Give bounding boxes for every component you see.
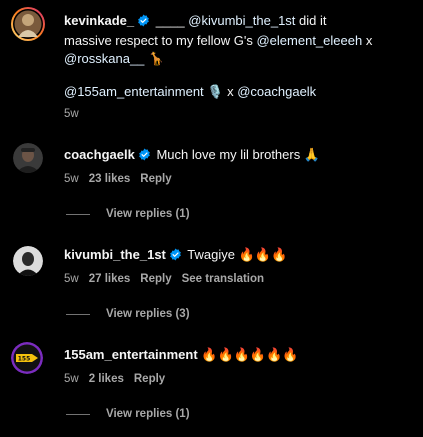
comment-2-see-translation[interactable]: See translation bbox=[182, 273, 264, 285]
comment-3-text: 155am_entertainment 🔥🔥🔥🔥🔥🔥 bbox=[64, 346, 414, 364]
caption-timestamp: 5w bbox=[64, 108, 79, 120]
verified-badge-icon bbox=[137, 14, 150, 32]
replies-divider bbox=[66, 313, 90, 315]
comment-2-likes[interactable]: 27 likes bbox=[89, 273, 131, 285]
avatar-kevinkade[interactable] bbox=[10, 6, 46, 42]
comment-1-username[interactable]: coachgaelk bbox=[64, 147, 135, 162]
comment-3-body: 🔥🔥🔥🔥🔥🔥 bbox=[201, 347, 299, 362]
caption-line2-text: massive respect to my fellow G's bbox=[64, 33, 257, 48]
comment-3-meta: 5w 2 likes Reply bbox=[64, 373, 165, 385]
caption-line2-rest: x bbox=[362, 33, 373, 48]
comment-3-reply-button[interactable]: Reply bbox=[134, 373, 165, 385]
caption-username[interactable]: kevinkade_ bbox=[64, 13, 134, 28]
comment-2-reply-button[interactable]: Reply bbox=[140, 273, 171, 285]
avatar-coachgaelk[interactable] bbox=[13, 143, 43, 173]
mention-155am[interactable]: @155am_entertainment bbox=[64, 84, 204, 99]
giraffe-emoji: 🦒 bbox=[148, 51, 165, 66]
mention-element[interactable]: @element_eleeeh bbox=[256, 33, 362, 48]
caption-line4-x: x bbox=[223, 84, 238, 99]
comment-1-likes[interactable]: 23 likes bbox=[89, 173, 131, 185]
mention-coachgaelk[interactable]: @coachgaelk bbox=[237, 84, 316, 99]
comment-3-username[interactable]: 155am_entertainment bbox=[64, 347, 198, 362]
comment-1-view-replies-label[interactable]: View replies (1) bbox=[106, 208, 190, 220]
caption-line1-rest: did it bbox=[295, 13, 327, 28]
comment-2-timestamp: 5w bbox=[64, 273, 79, 285]
caption-text: kevinkade_ ____ @kivumbi_the_1st did it … bbox=[64, 12, 414, 68]
comment-2-text: kivumbi_the_1st Twagiye 🔥🔥🔥 bbox=[64, 246, 414, 266]
comments-thread: kevinkade_ ____ @kivumbi_the_1st did it … bbox=[0, 0, 423, 437]
comment-1-timestamp: 5w bbox=[64, 173, 79, 185]
comment-1-meta: 5w 23 likes Reply bbox=[64, 173, 172, 185]
comment-3-likes[interactable]: 2 likes bbox=[89, 373, 124, 385]
replies-divider bbox=[66, 213, 90, 215]
avatar-155am[interactable]: 155 bbox=[11, 342, 43, 374]
comment-2-meta: 5w 27 likes Reply See translation bbox=[64, 273, 264, 285]
comment-2-view-replies-label[interactable]: View replies (3) bbox=[106, 308, 190, 320]
verified-badge-icon bbox=[138, 148, 151, 166]
mention-rosskana[interactable]: @rosskana__ bbox=[64, 51, 144, 66]
comment-1-text: coachgaelk Much love my lil brothers 🙏 bbox=[64, 146, 414, 166]
comment-1-body: Much love my lil brothers 🙏 bbox=[156, 147, 321, 162]
155am-logo-text: 155 bbox=[18, 356, 31, 363]
mention-kivumbi[interactable]: @kivumbi_the_1st bbox=[188, 13, 295, 28]
comment-2-body: Twagiye 🔥🔥🔥 bbox=[187, 247, 288, 262]
caption-line1-text: ____ bbox=[155, 13, 189, 28]
microphone-emoji: 🎙️ bbox=[207, 84, 224, 99]
comment-3-view-replies-label[interactable]: View replies (1) bbox=[106, 408, 190, 420]
comment-1-reply-button[interactable]: Reply bbox=[140, 173, 171, 185]
caption-line4: @155am_entertainment 🎙️ x @coachgaelk bbox=[64, 83, 414, 101]
comment-2-view-replies[interactable]: View replies (3) bbox=[66, 308, 190, 320]
verified-badge-icon bbox=[169, 248, 182, 266]
caption-meta: 5w bbox=[64, 108, 79, 120]
comment-3-timestamp: 5w bbox=[64, 373, 79, 385]
avatar-kivumbi[interactable] bbox=[13, 246, 43, 276]
comment-2-username[interactable]: kivumbi_the_1st bbox=[64, 247, 166, 262]
replies-divider bbox=[66, 413, 90, 415]
comment-1-view-replies[interactable]: View replies (1) bbox=[66, 208, 190, 220]
comment-3-view-replies[interactable]: View replies (1) bbox=[66, 408, 190, 420]
